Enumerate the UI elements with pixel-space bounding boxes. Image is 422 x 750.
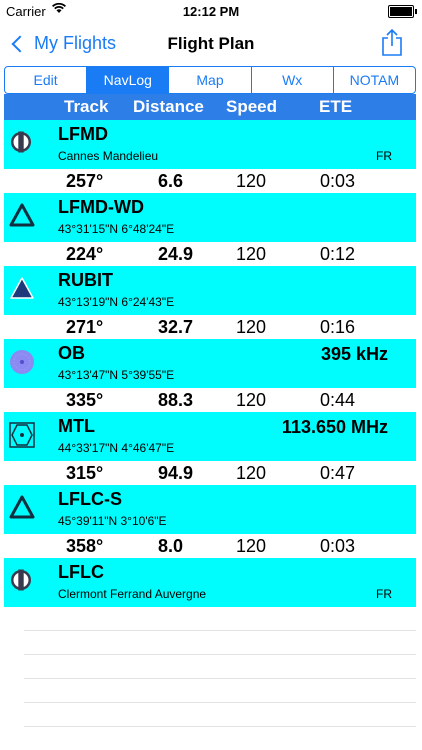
column-speed: Speed — [226, 97, 278, 116]
leg-speed: 120 — [236, 244, 267, 264]
waypoint-country: FR — [376, 149, 392, 163]
column-header: Track Distance Speed ETE — [4, 94, 416, 120]
leg-distance: 24.9 — [158, 244, 194, 264]
column-ete: ETE — [319, 97, 353, 116]
leg-track: 257° — [66, 171, 104, 191]
navigation-bar: My Flights Flight Plan — [0, 22, 422, 66]
waypoint-subtitle: 44°33'17"N 4°46'47"E — [58, 441, 175, 455]
column-track: Track — [64, 97, 109, 116]
leg-speed: 120 — [236, 463, 267, 483]
list-separator — [24, 630, 416, 631]
tab-wx[interactable]: Wx — [252, 67, 334, 93]
waypoint-row[interactable]: LFLC Clermont Ferrand Auvergne FR — [4, 558, 416, 607]
leg-row: 358° 8.0 120 0:03 — [4, 534, 416, 558]
airport-icon — [9, 568, 33, 592]
waypoint-row[interactable]: LFLC-S 45°39'11"N 3°10'6"E — [4, 485, 416, 534]
leg-track: 358° — [66, 536, 104, 556]
leg-ete: 0:44 — [320, 390, 356, 410]
leg-ete: 0:03 — [320, 536, 356, 556]
waypoint-row[interactable]: MTL 44°33'17"N 4°46'47"E 113.650 MHz — [4, 412, 416, 461]
waypoint-country: FR — [376, 587, 392, 601]
leg-row: 257° 6.6 120 0:03 — [4, 169, 416, 193]
leg-ete: 0:47 — [320, 463, 356, 483]
tab-map[interactable]: Map — [169, 67, 252, 93]
airport-icon — [9, 130, 33, 154]
leg-track: 224° — [66, 244, 104, 264]
leg-speed: 120 — [236, 317, 267, 337]
page-title: Flight Plan — [167, 34, 255, 53]
leg-distance: 32.7 — [158, 317, 194, 337]
waypoint-row[interactable]: LFMD Cannes Mandelieu FR — [4, 120, 416, 169]
waypoint-ident: LFLC-S — [58, 489, 122, 509]
leg-row: 271° 32.7 120 0:16 — [4, 315, 416, 339]
waypoint-ident: RUBIT — [58, 270, 113, 290]
vor-icon — [9, 422, 35, 448]
waypoint-row[interactable]: OB 43°13'47"N 5°39'55"E 395 kHz — [4, 339, 416, 388]
waypoint-subtitle: 43°31'15"N 6°48'24"E — [58, 222, 175, 236]
list-separator — [24, 678, 416, 679]
waypoint-frequency: 113.650 MHz — [281, 417, 388, 437]
reporting-point-icon — [9, 203, 35, 227]
waypoint-subtitle: 45°39'11"N 3°10'6"E — [58, 514, 167, 528]
waypoint-row[interactable]: RUBIT 43°13'19"N 6°24'43"E — [4, 266, 416, 315]
tab-notam[interactable]: NOTAM — [334, 67, 415, 93]
leg-distance: 8.0 — [158, 536, 184, 556]
leg-ete: 0:03 — [320, 171, 356, 191]
status-bar: Carrier 12:12 PM — [0, 0, 422, 22]
share-icon[interactable] — [380, 28, 404, 56]
tab-edit[interactable]: Edit — [5, 67, 88, 93]
waypoint-ident: OB — [58, 343, 85, 363]
leg-track: 335° — [66, 390, 104, 410]
waypoint-ident: MTL — [58, 416, 95, 436]
ndb-icon — [9, 349, 34, 374]
leg-speed: 120 — [236, 390, 267, 410]
list-separator — [24, 654, 416, 655]
intersection-icon — [9, 276, 34, 300]
clock: 12:12 PM — [182, 4, 240, 19]
leg-row: 224° 24.9 120 0:12 — [4, 242, 416, 266]
tab-navlog[interactable]: NavLog — [87, 67, 170, 93]
waypoint-row[interactable]: LFMD-WD 43°31'15"N 6°48'24"E — [4, 193, 416, 242]
reporting-point-icon — [9, 495, 35, 519]
waypoint-ident: LFMD-WD — [58, 197, 144, 217]
list-separator — [24, 726, 416, 727]
waypoint-frequency: 395 kHz — [320, 344, 388, 364]
leg-track: 315° — [66, 463, 104, 483]
list-separator — [24, 702, 416, 703]
leg-distance: 88.3 — [158, 390, 194, 410]
leg-distance: 94.9 — [158, 463, 194, 483]
waypoint-subtitle: 43°13'47"N 5°39'55"E — [58, 368, 175, 382]
waypoint-subtitle: Clermont Ferrand Auvergne — [58, 587, 207, 601]
leg-row: 335° 88.3 120 0:44 — [4, 388, 416, 412]
leg-distance: 6.6 — [158, 171, 184, 191]
waypoint-ident: LFLC — [58, 562, 104, 582]
column-distance: Distance — [133, 97, 204, 116]
leg-ete: 0:16 — [320, 317, 356, 337]
waypoint-subtitle: Cannes Mandelieu — [58, 149, 159, 163]
battery-icon — [388, 5, 417, 18]
waypoint-subtitle: 43°13'19"N 6°24'43"E — [58, 295, 175, 309]
leg-speed: 120 — [236, 536, 267, 556]
waypoint-ident: LFMD — [58, 124, 108, 144]
leg-row: 315° 94.9 120 0:47 — [4, 461, 416, 485]
leg-ete: 0:12 — [320, 244, 356, 264]
tab-bar: Edit NavLog Map Wx NOTAM — [4, 66, 416, 94]
leg-track: 271° — [66, 317, 104, 337]
leg-speed: 120 — [236, 171, 267, 191]
